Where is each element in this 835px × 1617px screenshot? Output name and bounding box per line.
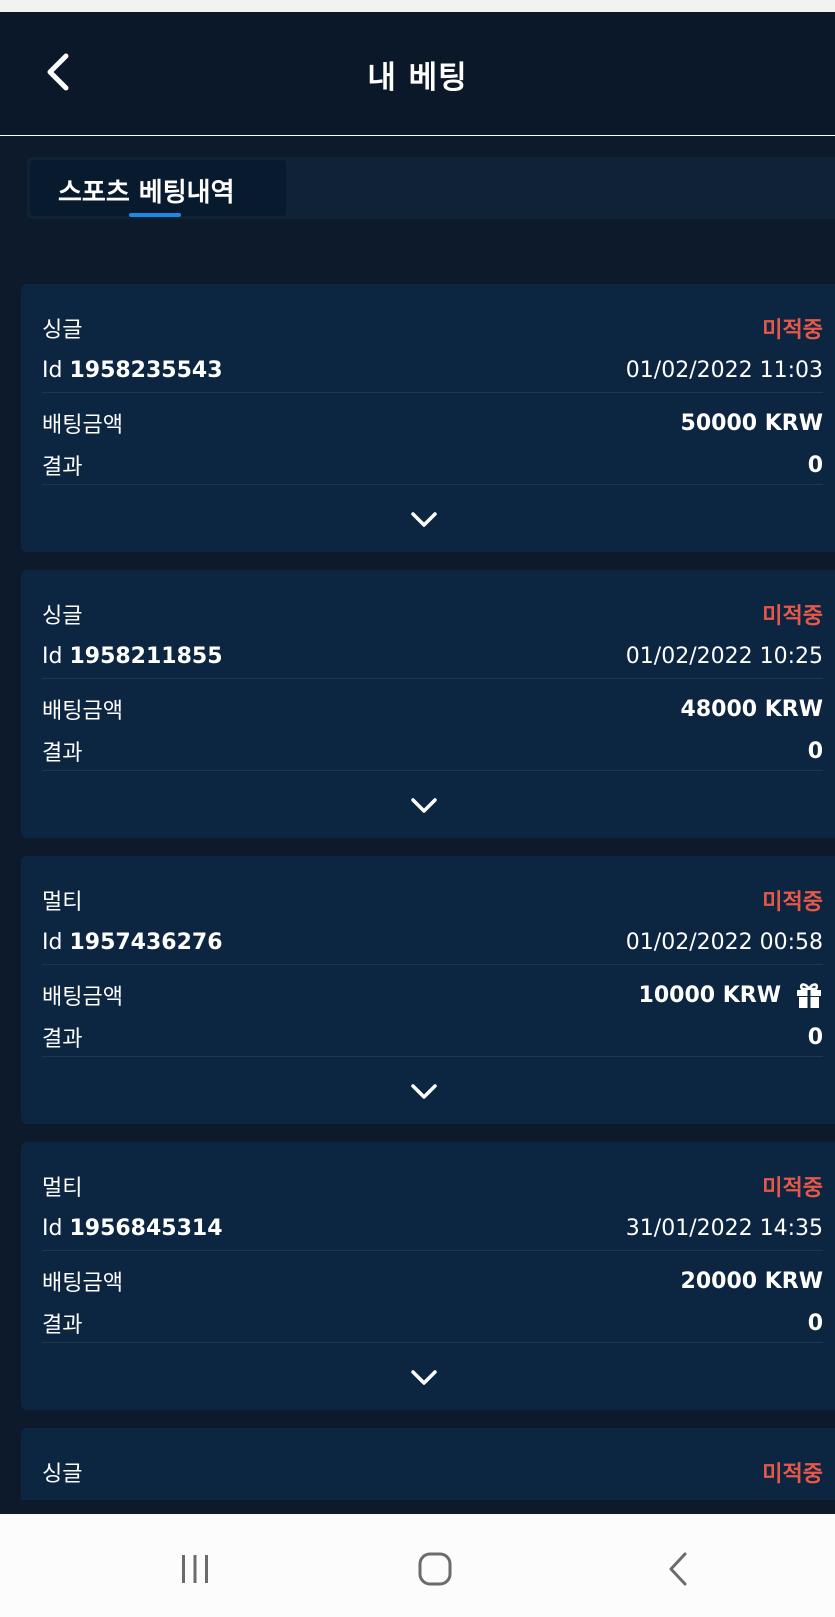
bet-type: 싱글 xyxy=(42,318,83,343)
stake-amount: 48000 KRW xyxy=(680,696,823,722)
status-bar-strip xyxy=(0,0,835,12)
bet-card: 싱글 미적중 xyxy=(21,1428,835,1500)
row-divider xyxy=(42,484,823,485)
back-icon xyxy=(669,1552,687,1586)
bet-type: 멀티 xyxy=(42,890,83,915)
stake-amount: 10000 KRW xyxy=(638,982,781,1008)
result-label: 결과 xyxy=(42,1313,83,1338)
page-title: 내 베팅 xyxy=(367,60,468,96)
bet-id-label: Id xyxy=(42,929,63,955)
row-divider xyxy=(42,1056,823,1057)
stake-label: 배팅금액 xyxy=(42,985,123,1010)
bet-id-number: 1957436276 xyxy=(69,929,223,955)
result-label: 결과 xyxy=(42,741,83,766)
row-divider xyxy=(42,1342,823,1343)
bet-type: 싱글 xyxy=(42,1462,83,1487)
stake-amount: 50000 KRW xyxy=(680,410,823,436)
expand-button[interactable] xyxy=(400,500,448,540)
stake-label: 배팅금액 xyxy=(42,1271,123,1296)
stake-label: 배팅금액 xyxy=(42,699,123,724)
result-value: 0 xyxy=(807,452,823,478)
tab-sports-bet-history[interactable]: 스포츠 베팅내역 xyxy=(30,160,286,217)
bet-id: Id 1958211855 xyxy=(42,644,223,669)
app-header: 내 베팅 xyxy=(0,12,835,136)
bet-id-label: Id xyxy=(42,1215,63,1241)
result-value: 0 xyxy=(807,1310,823,1336)
bet-id: Id 1957436276 xyxy=(42,930,223,955)
bet-status: 미적중 xyxy=(762,318,823,343)
chevron-down-icon xyxy=(411,1370,437,1385)
home-button[interactable] xyxy=(405,1542,465,1596)
row-divider xyxy=(42,1250,823,1251)
tab-label: 스포츠 베팅내역 xyxy=(58,178,235,208)
gift-icon xyxy=(795,981,823,1009)
bet-list: 싱글 미적중 Id 1958235543 01/02/2022 11:03 배팅… xyxy=(21,284,835,1518)
bet-status: 미적중 xyxy=(762,604,823,629)
result-label: 결과 xyxy=(42,1027,83,1052)
recent-apps-button[interactable] xyxy=(165,1542,225,1596)
recent-apps-icon xyxy=(182,1555,208,1583)
chevron-down-icon xyxy=(411,1084,437,1099)
stake-amount: 20000 KRW xyxy=(680,1268,823,1294)
bet-datetime: 01/02/2022 00:58 xyxy=(625,929,823,955)
bet-id-number: 1958211855 xyxy=(69,643,223,669)
home-icon xyxy=(418,1552,452,1586)
chevron-down-icon xyxy=(411,798,437,813)
bet-id-label: Id xyxy=(42,357,63,383)
bet-id-label: Id xyxy=(42,643,63,669)
row-divider xyxy=(42,392,823,393)
bet-id: Id 1956845314 xyxy=(42,1216,223,1241)
bet-id-number: 1956845314 xyxy=(69,1215,223,1241)
row-divider xyxy=(42,964,823,965)
result-value: 0 xyxy=(807,738,823,764)
bet-type: 싱글 xyxy=(42,604,83,629)
chevron-down-icon xyxy=(411,512,437,527)
expand-button[interactable] xyxy=(400,1072,448,1112)
result-label: 결과 xyxy=(42,455,83,480)
tab-bar: 스포츠 베팅내역 xyxy=(27,157,835,219)
stake-label: 배팅금액 xyxy=(42,413,123,438)
bet-card: 싱글 미적중 Id 1958211855 01/02/2022 10:25 배팅… xyxy=(21,570,835,838)
expand-button[interactable] xyxy=(400,786,448,826)
system-nav-bar xyxy=(0,1514,835,1617)
bet-status: 미적중 xyxy=(762,1176,823,1201)
bet-card: 싱글 미적중 Id 1958235543 01/02/2022 11:03 배팅… xyxy=(21,284,835,552)
bet-datetime: 31/01/2022 14:35 xyxy=(625,1215,823,1241)
bet-status: 미적중 xyxy=(762,1462,823,1487)
bet-type: 멀티 xyxy=(42,1176,83,1201)
bet-card: 멀티 미적중 Id 1956845314 31/01/2022 14:35 배팅… xyxy=(21,1142,835,1410)
bet-id: Id 1958235543 xyxy=(42,358,223,383)
bet-datetime: 01/02/2022 10:25 xyxy=(625,643,823,669)
result-value: 0 xyxy=(807,1024,823,1050)
row-divider xyxy=(42,770,823,771)
system-back-button[interactable] xyxy=(648,1542,708,1596)
active-tab-indicator xyxy=(129,213,181,217)
expand-button[interactable] xyxy=(400,1358,448,1398)
bet-status: 미적중 xyxy=(762,890,823,915)
row-divider xyxy=(42,678,823,679)
bet-card: 멀티 미적중 Id 1957436276 01/02/2022 00:58 배팅… xyxy=(21,856,835,1124)
bet-id-number: 1958235543 xyxy=(69,357,223,383)
bet-datetime: 01/02/2022 11:03 xyxy=(625,357,823,383)
